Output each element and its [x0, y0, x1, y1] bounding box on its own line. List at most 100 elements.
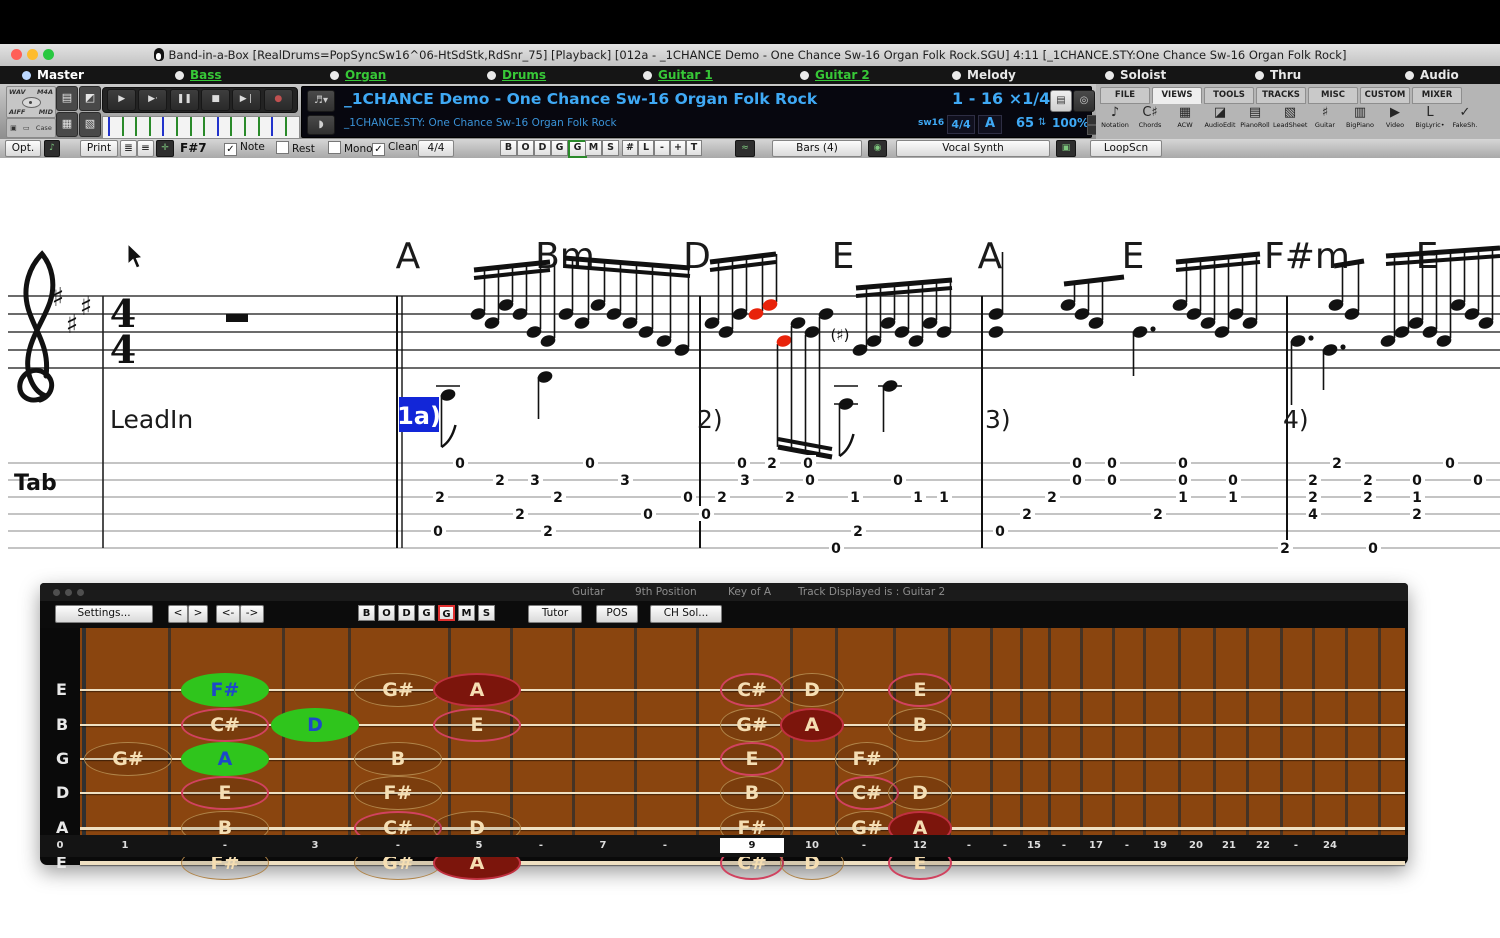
note-color-button[interactable]: ♪: [44, 140, 60, 157]
ribbon-tab-views[interactable]: VIEWS: [1152, 87, 1202, 104]
fret-note-b-s3[interactable]: B: [720, 776, 784, 810]
key-display[interactable]: A: [978, 115, 1002, 134]
ribbon-icon-notation[interactable]: ♪ Notation: [1098, 105, 1132, 129]
loop-icon[interactable]: ▣: [10, 124, 17, 132]
track-item-bass[interactable]: Bass: [175, 68, 222, 82]
track-dot[interactable]: [643, 71, 652, 80]
fret-number-21[interactable]: 21: [1222, 840, 1236, 851]
open-song-button[interactable]: ◩: [79, 86, 101, 111]
ribbon-tab-custom[interactable]: CUSTOM: [1360, 87, 1410, 104]
notation-extra-+[interactable]: +: [670, 140, 686, 156]
notation-track-letter-6[interactable]: S: [602, 140, 619, 156]
fret-number--[interactable]: -: [862, 840, 866, 851]
notation-track-letter-0[interactable]: B: [500, 140, 517, 156]
fret-note-e-s3[interactable]: E: [181, 776, 269, 810]
loop-range-display[interactable]: 1 - 16 ×1/4: [952, 89, 1050, 108]
guitar-track-icon-button[interactable]: ≈: [735, 140, 755, 157]
ch-sol-button[interactable]: CH Sol...: [650, 605, 722, 623]
fret-note-a-s1[interactable]: A: [780, 708, 844, 742]
fret-number-10[interactable]: 10: [805, 840, 819, 851]
track-item-thru[interactable]: Thru: [1255, 68, 1301, 82]
track-item-master[interactable]: Master: [22, 68, 84, 82]
fret-zoom-button[interactable]: [77, 588, 84, 596]
fret-number-7[interactable]: 7: [600, 840, 607, 851]
loop-icon-button[interactable]: ▣: [1056, 140, 1076, 157]
fret-back-button[interactable]: <-: [216, 605, 240, 623]
ribbon-tab-tracks[interactable]: TRACKS: [1256, 87, 1306, 104]
tempo-spinner[interactable]: ⇅: [1038, 117, 1046, 128]
checkbox-rest[interactable]: Rest: [276, 141, 315, 155]
notation-meter-box[interactable]: 4/4: [418, 140, 454, 157]
fret-note-fs-s0[interactable]: F#: [181, 673, 269, 707]
fret-note-d-s1[interactable]: D: [271, 708, 359, 742]
fret-number-9[interactable]: 9: [720, 838, 784, 853]
wav-label[interactable]: WAV: [9, 88, 26, 96]
song-menu-button[interactable]: ♬▾: [307, 90, 335, 112]
fret-close-button[interactable]: [53, 588, 60, 596]
tutor-button[interactable]: Tutor: [528, 605, 582, 623]
checkbox-mono[interactable]: Mono: [328, 141, 373, 155]
fret-note-fs-s2[interactable]: F#: [835, 742, 899, 776]
track-item-audio[interactable]: Audio: [1405, 68, 1459, 82]
bar-beat-strip[interactable]: [102, 116, 300, 139]
fret-track-letter-2[interactable]: D: [398, 605, 415, 621]
save-song-button[interactable]: ▦: [56, 112, 78, 137]
fret-note-a-s2[interactable]: A: [181, 742, 269, 776]
ribbon-icon-leadsheet[interactable]: ▧ LeadSheet: [1273, 105, 1307, 129]
case-label[interactable]: Case: [36, 124, 52, 132]
track-item-organ[interactable]: Organ: [330, 68, 386, 82]
audio-format-cluster[interactable]: WAV M4A AIFF MID: [6, 86, 56, 118]
ribbon-tab-file[interactable]: FILE: [1100, 87, 1150, 104]
fret-next-button[interactable]: >: [188, 605, 208, 623]
fret-note-b-s1[interactable]: B: [888, 708, 952, 742]
mid-label[interactable]: MID: [39, 108, 53, 116]
fret-number-12[interactable]: 12: [913, 840, 927, 851]
fret-note-cs-s1[interactable]: C#: [181, 708, 269, 742]
fret-note-gs-s2[interactable]: G#: [84, 742, 172, 776]
notation-extra-T[interactable]: T: [686, 140, 702, 156]
fret-number--[interactable]: -: [1294, 840, 1298, 851]
track-dot[interactable]: [22, 71, 31, 80]
notation-track-letter-2[interactable]: D: [534, 140, 551, 156]
ribbon-tab-mixer[interactable]: MIXER: [1412, 87, 1462, 104]
ribbon-icon-pianoroll[interactable]: ▤ PianoRoll: [1238, 105, 1272, 129]
ribbon-icon-guitar[interactable]: ♯ Guitar: [1308, 105, 1342, 129]
pos-button[interactable]: POS: [596, 605, 638, 623]
zoom-display[interactable]: 100%: [1052, 116, 1089, 130]
fret-number-19[interactable]: 19: [1153, 840, 1167, 851]
fret-number--[interactable]: -: [1125, 840, 1129, 851]
fret-number--[interactable]: -: [663, 840, 667, 851]
track-dot[interactable]: [800, 71, 809, 80]
notation-track-letter-3[interactable]: G: [551, 140, 568, 156]
notation-track-letter-5[interactable]: M: [585, 140, 602, 156]
audio-render-button[interactable]: [22, 97, 41, 108]
fret-note-gs-s1[interactable]: G#: [720, 708, 784, 742]
meter-display[interactable]: 4/4: [947, 115, 975, 134]
notation-options-button[interactable]: Opt.: [5, 140, 41, 157]
ribbon-tab-misc[interactable]: MISC: [1308, 87, 1358, 104]
checkbox-box[interactable]: [276, 141, 289, 154]
fret-number--[interactable]: -: [1062, 840, 1066, 851]
fret-number-20[interactable]: 20: [1189, 840, 1203, 851]
track-dot[interactable]: [1405, 71, 1414, 80]
fret-note-b-s2[interactable]: B: [354, 742, 442, 776]
fret-minimize-button[interactable]: [65, 588, 72, 596]
style-menu-button[interactable]: ◗: [307, 115, 335, 135]
fret-number--[interactable]: -: [539, 840, 543, 851]
chord-output-icon-button[interactable]: ◉: [868, 140, 887, 157]
fret-number-1[interactable]: 1: [122, 840, 129, 851]
ribbon-icon-bigpiano[interactable]: ▥ BigPiano: [1343, 105, 1377, 129]
ribbon-icon-audioedit[interactable]: ◪ AudioEdit: [1203, 105, 1237, 129]
notation-extra-#[interactable]: #: [622, 140, 638, 156]
fret-note-e-s0[interactable]: E: [888, 673, 952, 707]
ribbon-icon-chords[interactable]: C♯ Chords: [1133, 105, 1167, 129]
fret-number--[interactable]: -: [223, 840, 227, 851]
fret-number-strip[interactable]: 0 1 - 3 - 5 - 7 - 9 10 - 12 - - 15 - 17 - 19 20 21 22 - 24: [40, 835, 1408, 857]
fret-note-a-s0[interactable]: A: [433, 673, 521, 707]
song-settings-button[interactable]: ◎: [1073, 90, 1095, 112]
ribbon-icon-video[interactable]: ▶ Video: [1378, 105, 1412, 129]
checkbox-note[interactable]: ✓ Note: [224, 141, 265, 156]
checkbox-box[interactable]: ✓: [372, 143, 385, 156]
ribbon-icon-acw[interactable]: ▦ ACW: [1168, 105, 1202, 129]
fret-fwd-button[interactable]: ->: [240, 605, 264, 623]
